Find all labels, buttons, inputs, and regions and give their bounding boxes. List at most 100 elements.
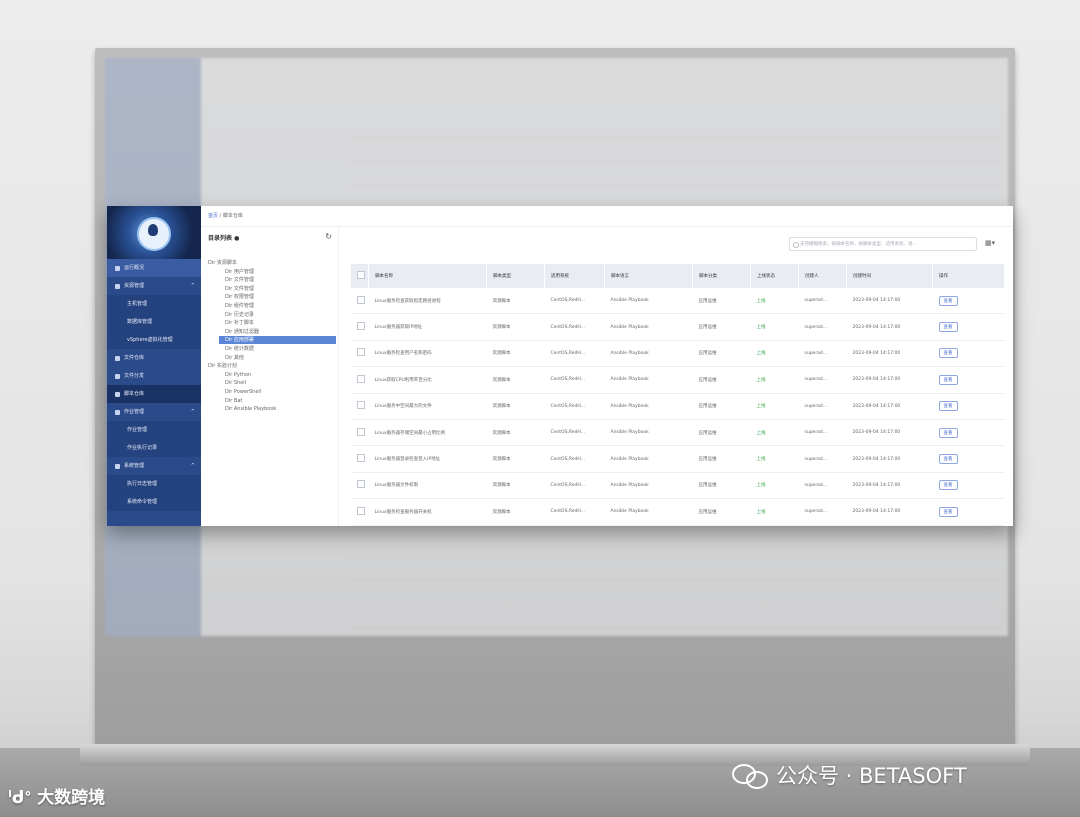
logo <box>107 206 201 259</box>
tree-item[interactable]: Dir 文件管理 <box>225 285 254 293</box>
sidebar-item[interactable]: 资源管理 ^ <box>107 277 201 295</box>
row-checkbox[interactable] <box>357 348 365 357</box>
table-row: Linux服务器文件权限 资源脚本 CentOS,RedH... Ansible Pl… <box>351 472 1005 500</box>
sidebar-item-label: vSphere虚拟化管理 <box>127 337 173 343</box>
table-cell: 2023-09-04 14:17:00 <box>846 445 933 473</box>
sidebar-item[interactable]: 执行日志管理 <box>107 475 201 493</box>
row-checkbox[interactable] <box>357 401 365 410</box>
column-header[interactable]: 脚本语言 <box>604 264 693 288</box>
tree-item[interactable]: Dir 用户管理 <box>225 268 254 276</box>
row-select-cell <box>351 288 369 315</box>
table-row: Linux服务器存储空间最小占用比例 资源脚本 CentOS,RedH... Ansi… <box>351 419 1005 447</box>
table-cell: CentOS,RedH... <box>544 445 605 473</box>
sidebar-item-label: 作业执行记录 <box>127 445 158 451</box>
row-checkbox[interactable] <box>357 480 365 489</box>
ghost-row <box>350 586 1000 605</box>
sidebar-item[interactable]: vSphere虚拟化管理 <box>107 331 201 349</box>
row-checkbox[interactable] <box>357 427 365 436</box>
tree-item[interactable]: Dir Python <box>225 371 251 379</box>
table-cell: 资源脚本 <box>486 419 545 447</box>
script-table: 脚本名称 脚本类型 适用系统 脚本语言 脚本分类 上线状态 创建人 创建时间 操作 Linux服… <box>351 264 1005 526</box>
column-header[interactable]: 适用系统 <box>544 264 605 288</box>
tree-item[interactable]: Dir 组件管理 <box>225 302 254 310</box>
table-cell: 资源脚本 <box>486 393 545 420</box>
breadcrumb: 首页 / 脚本仓库 <box>201 206 1013 227</box>
sidebar-item[interactable]: 作业管理 <box>107 421 201 439</box>
table-cell: 上线 <box>750 498 799 526</box>
tree-item[interactable]: Dir 其他 <box>225 354 244 362</box>
refresh-icon[interactable]: ↻ <box>325 232 332 241</box>
sidebar-item-label: 作业管理 <box>124 409 145 415</box>
sidebar-item[interactable]: 主机管理 <box>107 295 201 313</box>
tree-item[interactable]: Dir 补丁脚本 <box>225 319 254 327</box>
row-checkbox[interactable] <box>357 374 365 383</box>
row-checkbox[interactable] <box>357 322 365 331</box>
breadcrumb-home-link[interactable]: 首页 <box>208 213 218 219</box>
tree-item[interactable]: Dir Shell <box>225 379 246 387</box>
column-header[interactable]: 脚本分类 <box>692 264 751 288</box>
view-button[interactable]: 查看 <box>938 427 958 438</box>
table-cell: CentOS,RedH... <box>544 498 605 526</box>
view-button[interactable]: 查看 <box>938 322 958 333</box>
sidebar-item[interactable]: 作业执行记录 <box>107 439 201 457</box>
table-cell: Ansible Playbook <box>604 419 693 447</box>
row-checkbox[interactable] <box>357 454 365 463</box>
table-cell: 查看 <box>932 313 1005 341</box>
sidebar-item[interactable]: 系统命令管理 <box>107 493 201 511</box>
table-row: Linux服务器获取IP地址 资源脚本 CentOS,RedH... Ansible … <box>351 313 1005 341</box>
table-cell: superad... <box>798 393 847 420</box>
sidebar-item[interactable]: 脚本仓库 <box>107 385 201 403</box>
view-button[interactable]: 查看 <box>938 348 958 359</box>
table-cell: CentOS,RedH... <box>544 472 605 500</box>
select-all-checkbox[interactable] <box>357 271 365 279</box>
view-button[interactable]: 查看 <box>938 480 958 491</box>
table-cell: 上线 <box>750 393 799 420</box>
ghost-row <box>350 538 1000 557</box>
view-button[interactable]: 查看 <box>938 374 958 385</box>
table-cell: 2023-09-04 14:17:00 <box>846 366 933 394</box>
table-cell: Ansible Playbook <box>604 472 693 500</box>
view-button[interactable]: 查看 <box>938 506 958 517</box>
sidebar-item[interactable]: 运行概况 <box>107 259 201 277</box>
sidebar-item[interactable]: 作业管理 ^ <box>107 403 201 421</box>
column-header[interactable]: 创建人 <box>798 264 847 288</box>
view-button[interactable]: 查看 <box>938 401 958 412</box>
row-checkbox[interactable] <box>357 295 365 304</box>
row-select-cell <box>351 366 369 394</box>
column-header[interactable]: 操作 <box>932 264 1005 288</box>
column-header[interactable]: 创建时间 <box>846 264 933 288</box>
search-input[interactable]: 支持模糊搜索，按脚本名称、按脚本类型、适用系统、语... <box>789 237 977 251</box>
table-cell: 2023-09-04 14:17:00 <box>846 288 933 315</box>
sidebar-item[interactable]: 系统管理 ^ <box>107 457 201 475</box>
ghost-row <box>350 120 1000 139</box>
table-cell: superad... <box>798 419 847 447</box>
tree-item[interactable]: Dir 权限管理 <box>225 293 254 301</box>
view-button[interactable]: 查看 <box>938 454 958 465</box>
tree-item[interactable]: Dir 文件管理 <box>225 276 254 284</box>
tree-item[interactable]: Dir 统计数据 <box>225 345 254 353</box>
sidebar-item[interactable]: 数据库管理 <box>107 313 201 331</box>
column-header[interactable]: 脚本类型 <box>486 264 545 288</box>
tree-item[interactable]: Dir Bat <box>225 397 242 405</box>
ghost-row <box>350 168 1000 187</box>
tree-item[interactable]: Dir Ansible Playbook <box>225 405 276 413</box>
sidebar-item[interactable]: 文件仓库 <box>107 349 201 367</box>
tree-item[interactable]: Dir 通知过滤器 <box>225 328 259 336</box>
tree-item[interactable]: Dir 历史记录 <box>225 311 254 319</box>
tree-item[interactable]: Dir 应用部署 <box>219 336 336 345</box>
column-header[interactable]: 上线状态 <box>750 264 799 288</box>
view-button[interactable]: 查看 <box>938 295 958 306</box>
column-header[interactable]: 脚本名称 <box>368 264 487 288</box>
sidebar-item[interactable]: 文件分发 <box>107 367 201 385</box>
tree-item[interactable]: Dir PowerShell <box>225 388 261 396</box>
table-cell: 上线 <box>750 445 799 473</box>
table-cell: superad... <box>798 313 847 341</box>
row-checkbox[interactable] <box>357 506 365 515</box>
table-cell: superad... <box>798 340 847 368</box>
sidebar: 运行概况 资源管理 ^ 主机管理 数据库管理 vSphere虚拟化管理文件仓库 文件分发 脚本… <box>107 206 201 526</box>
table-cell: 资源脚本 <box>486 445 545 473</box>
columns-icon[interactable]: ▦▾ <box>985 239 995 247</box>
tree-group[interactable]: Dir 资源脚本 <box>208 259 237 267</box>
tree-group[interactable]: Dir 实验计划 <box>208 362 237 370</box>
table-cell: 上线 <box>750 419 799 447</box>
